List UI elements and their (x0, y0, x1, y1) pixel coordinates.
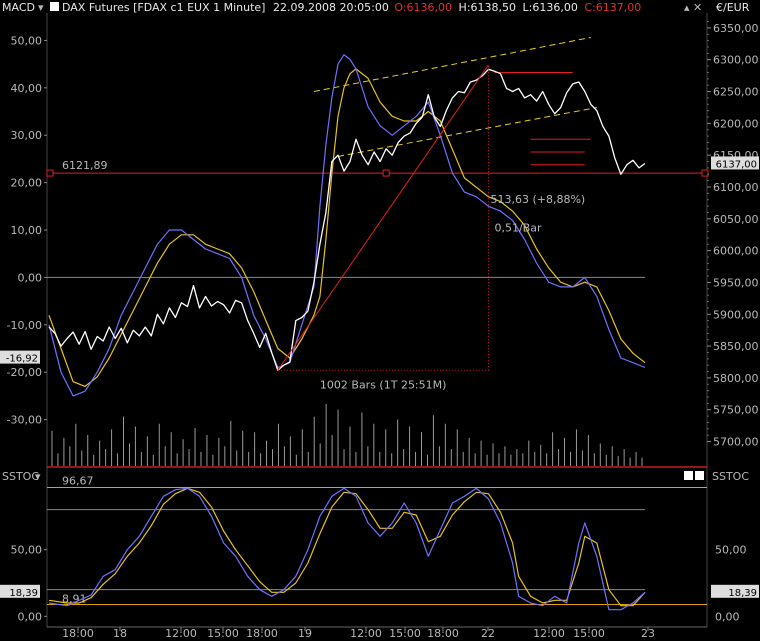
price-tick-label: 6250,00 (713, 86, 759, 99)
stoch-current-left: 18,39 (9, 588, 38, 599)
scroll-up-icon[interactable]: ▴ (684, 1, 690, 14)
stoch-tick-left: 0,00 (18, 610, 43, 623)
price-level-label: 6121,89 (62, 159, 108, 172)
measure-rate-label: 0,51/Bar (494, 222, 541, 235)
price-tick-label: 6000,00 (713, 245, 759, 258)
time-label: 12:00 (533, 627, 565, 640)
stoch-label-left: SSTOC (2, 470, 39, 483)
time-label: 15:00 (389, 627, 421, 640)
price-current-value: 6137,00 (716, 159, 757, 170)
time-label: 15:00 (573, 627, 605, 640)
close-icon[interactable]: ✕ (693, 1, 702, 14)
macd-tick-label: 50,00 (11, 34, 43, 47)
stoch-tick-right: 50,00 (715, 544, 747, 557)
price-tick-label: 5850,00 (713, 340, 759, 353)
price-tick-label: 6350,00 (713, 22, 759, 35)
macd-tick-label: -30,00 (7, 414, 42, 427)
level-handle[interactable] (46, 169, 54, 177)
time-label: 12:00 (165, 627, 197, 640)
time-label: 18:00 (246, 627, 278, 640)
header-high: H:6138,50 (459, 1, 516, 14)
price-tick-label: 5950,00 (713, 276, 759, 289)
price-tick-label: 5700,00 (713, 436, 759, 449)
macd-label: MACD (2, 1, 35, 14)
measure-change-label: 513,63 (+8,88%) (490, 193, 585, 206)
stoch-checkbox-icon[interactable] (684, 471, 693, 480)
time-label: 19 (298, 627, 312, 640)
chart: MACD ▾ DAX Futures [FDAX c1 EUX 1 Minute… (0, 0, 760, 641)
macd-tick-label: 10,00 (11, 224, 43, 237)
price-tick-label: 5750,00 (713, 404, 759, 417)
checkbox-icon[interactable] (50, 2, 59, 11)
time-label: 23 (641, 627, 655, 640)
macd-tick-label: 0,00 (18, 271, 43, 284)
price-tick-label: 6200,00 (713, 117, 759, 130)
stoch-label-right: SSTOC (712, 470, 749, 483)
header-close: C:6137,00 (584, 1, 641, 14)
level-handle[interactable] (382, 169, 390, 177)
time-label: 22 (481, 627, 495, 640)
time-label: 12:00 (350, 627, 382, 640)
time-label: 18 (113, 627, 127, 640)
stoch-current-right: 18,39 (728, 588, 757, 599)
time-label: 18:00 (62, 627, 94, 640)
stoch-tick-left: 50,00 (11, 544, 43, 557)
stoch-dropdown-icon: ▾ (35, 470, 41, 483)
price-tick-label: 6100,00 (713, 181, 759, 194)
time-label: 15:00 (207, 627, 239, 640)
stoch-close-icon[interactable] (695, 471, 704, 480)
header-bar: MACD ▾ DAX Futures [FDAX c1 EUX 1 Minute… (0, 0, 760, 14)
header-low: L:6136,00 (523, 1, 578, 14)
macd-tick-label: 40,00 (11, 82, 43, 95)
macd-tick-label: 20,00 (11, 177, 43, 190)
price-tick-label: 6050,00 (713, 213, 759, 226)
macd-tick-label: -10,00 (7, 319, 42, 332)
stoch-upper-label: 96,67 (62, 474, 94, 487)
chart-title: DAX Futures [FDAX c1 EUX 1 Minute] (62, 1, 265, 14)
price-tick-label: 5900,00 (713, 308, 759, 321)
price-tick-label: 5800,00 (713, 372, 759, 385)
header-datetime: 22.09.2008 20:05:00 (273, 1, 389, 14)
currency-label: €/EUR (716, 1, 750, 14)
header-open: O:6136,00 (394, 1, 452, 14)
level-handle[interactable] (701, 169, 709, 177)
macd-tick-label: -20,00 (7, 366, 42, 379)
macd-current-value: -16,92 (6, 354, 38, 365)
price-tick-label: 6300,00 (713, 54, 759, 67)
macd-tick-label: 30,00 (11, 129, 43, 142)
stoch-tick-right: 0,00 (715, 610, 740, 623)
time-label: 18:00 (427, 627, 459, 640)
dropdown-icon[interactable]: ▾ (38, 1, 44, 14)
header-info: DAX Futures [FDAX c1 EUX 1 Minute] 22.09… (62, 1, 641, 14)
measure-bars-label: 1002 Bars (1T 25:51M) (320, 378, 447, 391)
